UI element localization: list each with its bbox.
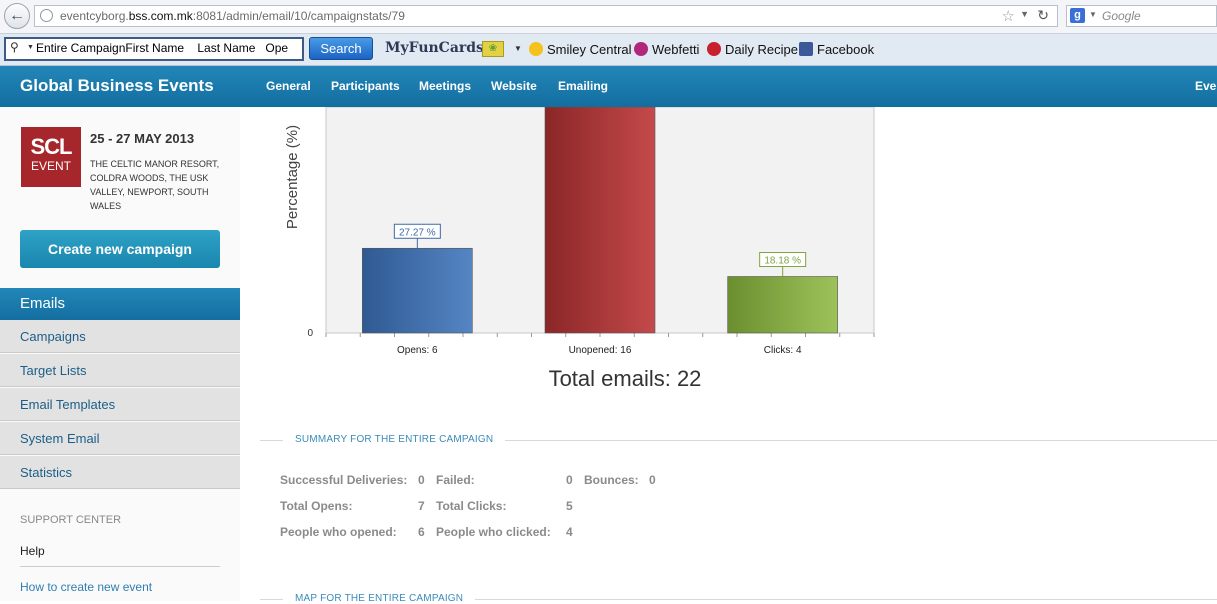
- nav-meetings[interactable]: Meetings: [419, 79, 471, 93]
- email-stats-chart: Opens: 6 27.27 % Unopened: 16 Clicks: 4 18.1…: [284, 107, 875, 391]
- sidebar-item-system-email[interactable]: System Email: [0, 422, 240, 455]
- reload-icon[interactable]: ↻: [1037, 7, 1049, 24]
- support-center-title: SUPPORT CENTER: [20, 514, 122, 526]
- sidebar-item-campaigns[interactable]: Campaigns: [0, 320, 240, 353]
- sidebar-item-email-templates[interactable]: Email Templates: [0, 388, 240, 421]
- toolbar-search-button[interactable]: Search: [309, 37, 373, 60]
- sidebar-item-label: System Email: [20, 431, 100, 446]
- sidebar: SCL EVENT 25 - 27 MAY 2013 THE CELTIC MA…: [0, 107, 240, 601]
- stat-label: Total Opens:: [280, 499, 353, 513]
- nav-emailing[interactable]: Emailing: [558, 79, 608, 93]
- event-date: 25 - 27 MAY 2013: [90, 131, 195, 146]
- stat-value: 4: [566, 525, 573, 539]
- stat-label: People who clicked:: [436, 525, 551, 539]
- stat-label: Successful Deliveries:: [280, 473, 408, 487]
- bookmark-label: Facebook: [817, 42, 875, 57]
- create-campaign-button[interactable]: Create new campaign: [20, 230, 220, 268]
- toolbar-search-input[interactable]: [36, 41, 302, 55]
- bookmark-label: Webfetti: [652, 42, 700, 57]
- logo-text: SCL: [30, 134, 73, 159]
- search-engine-placeholder: Google: [1102, 9, 1141, 23]
- stat-value: 0: [418, 473, 425, 487]
- myfuncards-icon[interactable]: ❀: [482, 41, 504, 57]
- x-tick-label-clicks: Clicks: 4: [764, 345, 802, 356]
- sidebar-section-emails[interactable]: Emails: [0, 288, 240, 320]
- bar-clicks[interactable]: [727, 276, 838, 334]
- stat-value: 6: [418, 525, 425, 539]
- sidebar-item-label: Email Templates: [20, 397, 116, 412]
- stat-label: Total Clicks:: [436, 499, 507, 513]
- bar-opens[interactable]: [362, 247, 473, 334]
- search-engine-box[interactable]: g ▼ Google: [1066, 5, 1217, 27]
- url-text: eventcyborg.bss.com.mk:8081/admin/email/…: [60, 9, 405, 23]
- y-tick-zero: 0: [307, 328, 313, 339]
- app-header: Global Business Events General Participa…: [0, 66, 1217, 107]
- bookmark-smiley-central[interactable]: Smiley Central: [529, 42, 632, 57]
- section-label: Emails: [20, 295, 66, 312]
- chevron-down-icon[interactable]: ▼: [27, 44, 34, 51]
- nav-website[interactable]: Website: [491, 79, 537, 93]
- toolbar-search[interactable]: ⚲ ▼: [4, 37, 304, 61]
- event-location: THE CELTIC MANOR RESORT, COLDRA WOODS, T…: [90, 159, 220, 211]
- search-icon: ⚲: [10, 40, 19, 54]
- sidebar-item-label: Campaigns: [20, 329, 86, 344]
- event-logo: SCL EVENT: [21, 127, 81, 187]
- x-tick-label-unopened: Unopened: 16: [569, 345, 632, 356]
- bookmark-label: Smiley Central: [547, 42, 632, 57]
- food-icon: [707, 42, 721, 56]
- bookmark-star-icon[interactable]: ☆: [1002, 7, 1015, 25]
- url-field[interactable]: eventcyborg.bss.com.mk:8081/admin/email/…: [34, 5, 1058, 27]
- stat-label: Bounces:: [584, 473, 639, 487]
- bookmark-webfetti[interactable]: Webfetti: [634, 42, 699, 57]
- total-emails-caption: Total emails: 22: [549, 366, 702, 391]
- stat-value: 0: [649, 473, 656, 487]
- howto-link[interactable]: How to create new event: [20, 580, 152, 594]
- sidebar-item-statistics[interactable]: Statistics: [0, 456, 240, 489]
- bookmark-myfuncards[interactable]: MyFunCards: [385, 40, 484, 56]
- nav-general[interactable]: General: [266, 79, 311, 93]
- nav-participants[interactable]: Participants: [331, 79, 400, 93]
- chevron-down-icon[interactable]: ▼: [1089, 10, 1097, 19]
- sidebar-item-label: Statistics: [20, 465, 73, 480]
- sidebar-item-label: Target Lists: [20, 363, 87, 378]
- stat-label: People who opened:: [280, 525, 397, 539]
- facebook-icon: [799, 42, 813, 56]
- stat-label: Failed:: [436, 473, 475, 487]
- address-bar: ← eventcyborg.bss.com.mk:8081/admin/emai…: [0, 0, 1217, 34]
- sidebar-item-target-lists[interactable]: Target Lists: [0, 354, 240, 387]
- bookmark-label: Daily Recipe: [725, 42, 798, 57]
- x-tick-label-opens: Opens: 6: [397, 345, 438, 356]
- chevron-down-icon[interactable]: ▼: [514, 44, 522, 53]
- back-button[interactable]: ←: [4, 3, 30, 29]
- stat-value: 5: [566, 499, 573, 513]
- bookmark-facebook[interactable]: Facebook: [799, 42, 874, 57]
- heart-icon: [634, 42, 648, 56]
- nav-events[interactable]: Even: [1195, 79, 1217, 93]
- url-dropdown-icon[interactable]: ▼: [1020, 9, 1029, 19]
- divider: [20, 566, 220, 567]
- bar-unopened[interactable]: [544, 107, 656, 334]
- bookmarks-toolbar: ⚲ ▼ Search MyFunCards ❀ ▼ Smiley Central…: [0, 34, 1217, 66]
- map-title: MAP FOR THE ENTIRE CAMPAIGN: [283, 593, 476, 604]
- globe-icon: [40, 9, 53, 22]
- logo-subtext: EVENT: [30, 159, 71, 173]
- stat-value: 7: [418, 499, 425, 513]
- help-link[interactable]: Help: [20, 544, 45, 558]
- stat-value: 0: [566, 473, 573, 487]
- summary-title: SUMMARY FOR THE ENTIRE CAMPAIGN: [283, 434, 506, 445]
- smiley-icon: [529, 42, 543, 56]
- data-label-clicks: 18.18 %: [764, 256, 801, 267]
- brand-title[interactable]: Global Business Events: [20, 76, 214, 96]
- y-axis-label: Percentage (%): [284, 125, 301, 229]
- data-label-opens: 27.27 %: [399, 227, 436, 238]
- bookmark-daily-recipe[interactable]: Daily Recipe: [707, 42, 798, 57]
- google-icon[interactable]: g: [1070, 8, 1085, 23]
